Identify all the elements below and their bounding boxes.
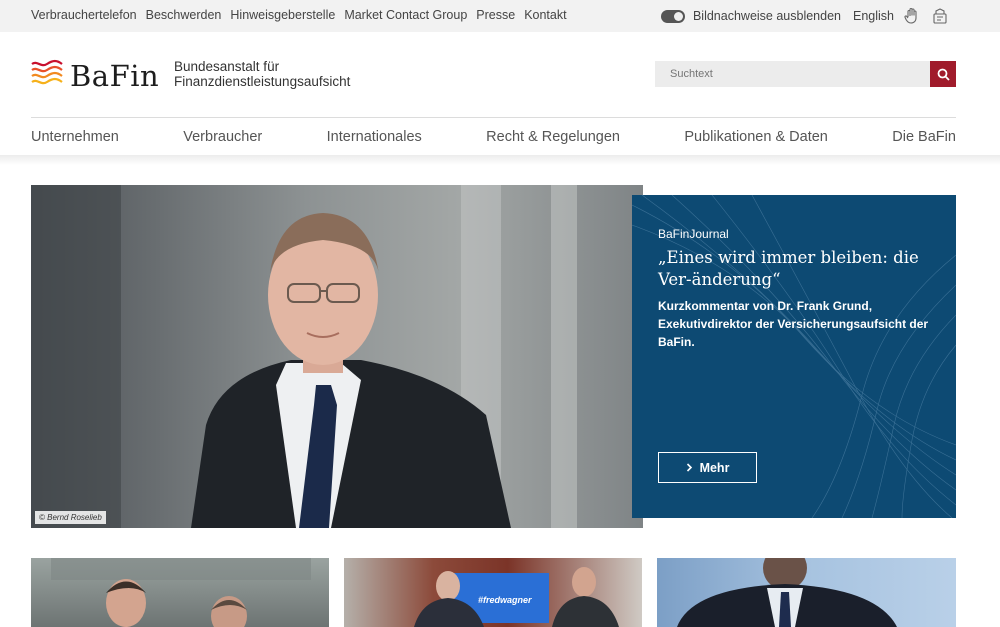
card-photo-2 (414, 567, 619, 627)
card-photo-3 (677, 558, 897, 627)
portrait-illustration (31, 185, 577, 528)
nav-shadow (0, 155, 1000, 165)
logo-wave-icon (31, 58, 63, 93)
institution-name-line2: Finanzdienstleistungsaufsicht (174, 74, 351, 89)
language-link[interactable]: English (853, 9, 894, 23)
link-presse[interactable]: Presse (476, 8, 515, 22)
search-bar (655, 61, 956, 87)
search-input[interactable] (655, 61, 930, 87)
nav-item-recht-regelungen[interactable]: Recht & Regelungen (486, 129, 620, 145)
image-credits-toggle-label[interactable]: Bildnachweise ausblenden (693, 9, 841, 23)
search-icon (937, 68, 950, 81)
more-button-label: Mehr (699, 460, 730, 475)
header-divider (31, 117, 956, 118)
teaser-description: Kurzkommentar von Dr. Frank Grund, Exeku… (658, 299, 929, 349)
main-navigation: Unternehmen Verbraucher Internationales … (31, 129, 956, 145)
nav-item-verbraucher[interactable]: Verbraucher (183, 129, 262, 145)
teaser-kicker: BaFinJournal (658, 227, 729, 241)
more-button[interactable]: Mehr (658, 452, 757, 483)
link-market-contact-group[interactable]: Market Contact Group (344, 8, 467, 22)
card-photo-1 (51, 558, 311, 627)
link-kontakt[interactable]: Kontakt (524, 8, 566, 22)
service-links: Verbrauchertelefon Beschwerden Hinweisge… (31, 8, 567, 22)
toggle-icon[interactable] (660, 9, 685, 23)
teaser-headline[interactable]: „Eines wird immer bleiben: die Ver-änder… (658, 247, 943, 291)
sign-language-icon[interactable] (930, 6, 950, 26)
news-card-3[interactable] (657, 558, 956, 627)
top-utility-bar: Verbrauchertelefon Beschwerden Hinweisge… (0, 0, 1000, 32)
bafin-logo[interactable]: BaFin (31, 58, 159, 93)
link-verbrauchertelefon[interactable]: Verbrauchertelefon (31, 8, 137, 22)
link-hinweisgeberstelle[interactable]: Hinweisgeberstelle (230, 8, 335, 22)
news-card-1[interactable] (31, 558, 329, 627)
chevron-right-icon (686, 463, 692, 472)
news-card-2[interactable]: #fredwagner (344, 558, 642, 627)
nav-item-internationales[interactable]: Internationales (327, 129, 422, 145)
hero-photo[interactable]: © Bernd Roselieb (31, 185, 643, 528)
nav-item-publikationen-daten[interactable]: Publikationen & Daten (684, 129, 828, 145)
nav-item-die-bafin[interactable]: Die BaFin (892, 129, 956, 145)
teaser-box: BaFinJournal „Eines wird immer bleiben: … (632, 195, 956, 518)
link-beschwerden[interactable]: Beschwerden (146, 8, 222, 22)
search-button[interactable] (930, 61, 956, 87)
photo-credit: © Bernd Roselieb (35, 511, 106, 524)
institution-name-line1: Bundesanstalt für (174, 59, 280, 74)
hand-icon[interactable] (902, 6, 922, 26)
logo-wordmark: BaFin (70, 58, 160, 93)
institution-name: Bundesanstalt für Finanzdienstleistungsa… (174, 59, 350, 89)
nav-item-unternehmen[interactable]: Unternehmen (31, 129, 119, 145)
top-right-tools: Bildnachweise ausblenden English (660, 6, 950, 26)
